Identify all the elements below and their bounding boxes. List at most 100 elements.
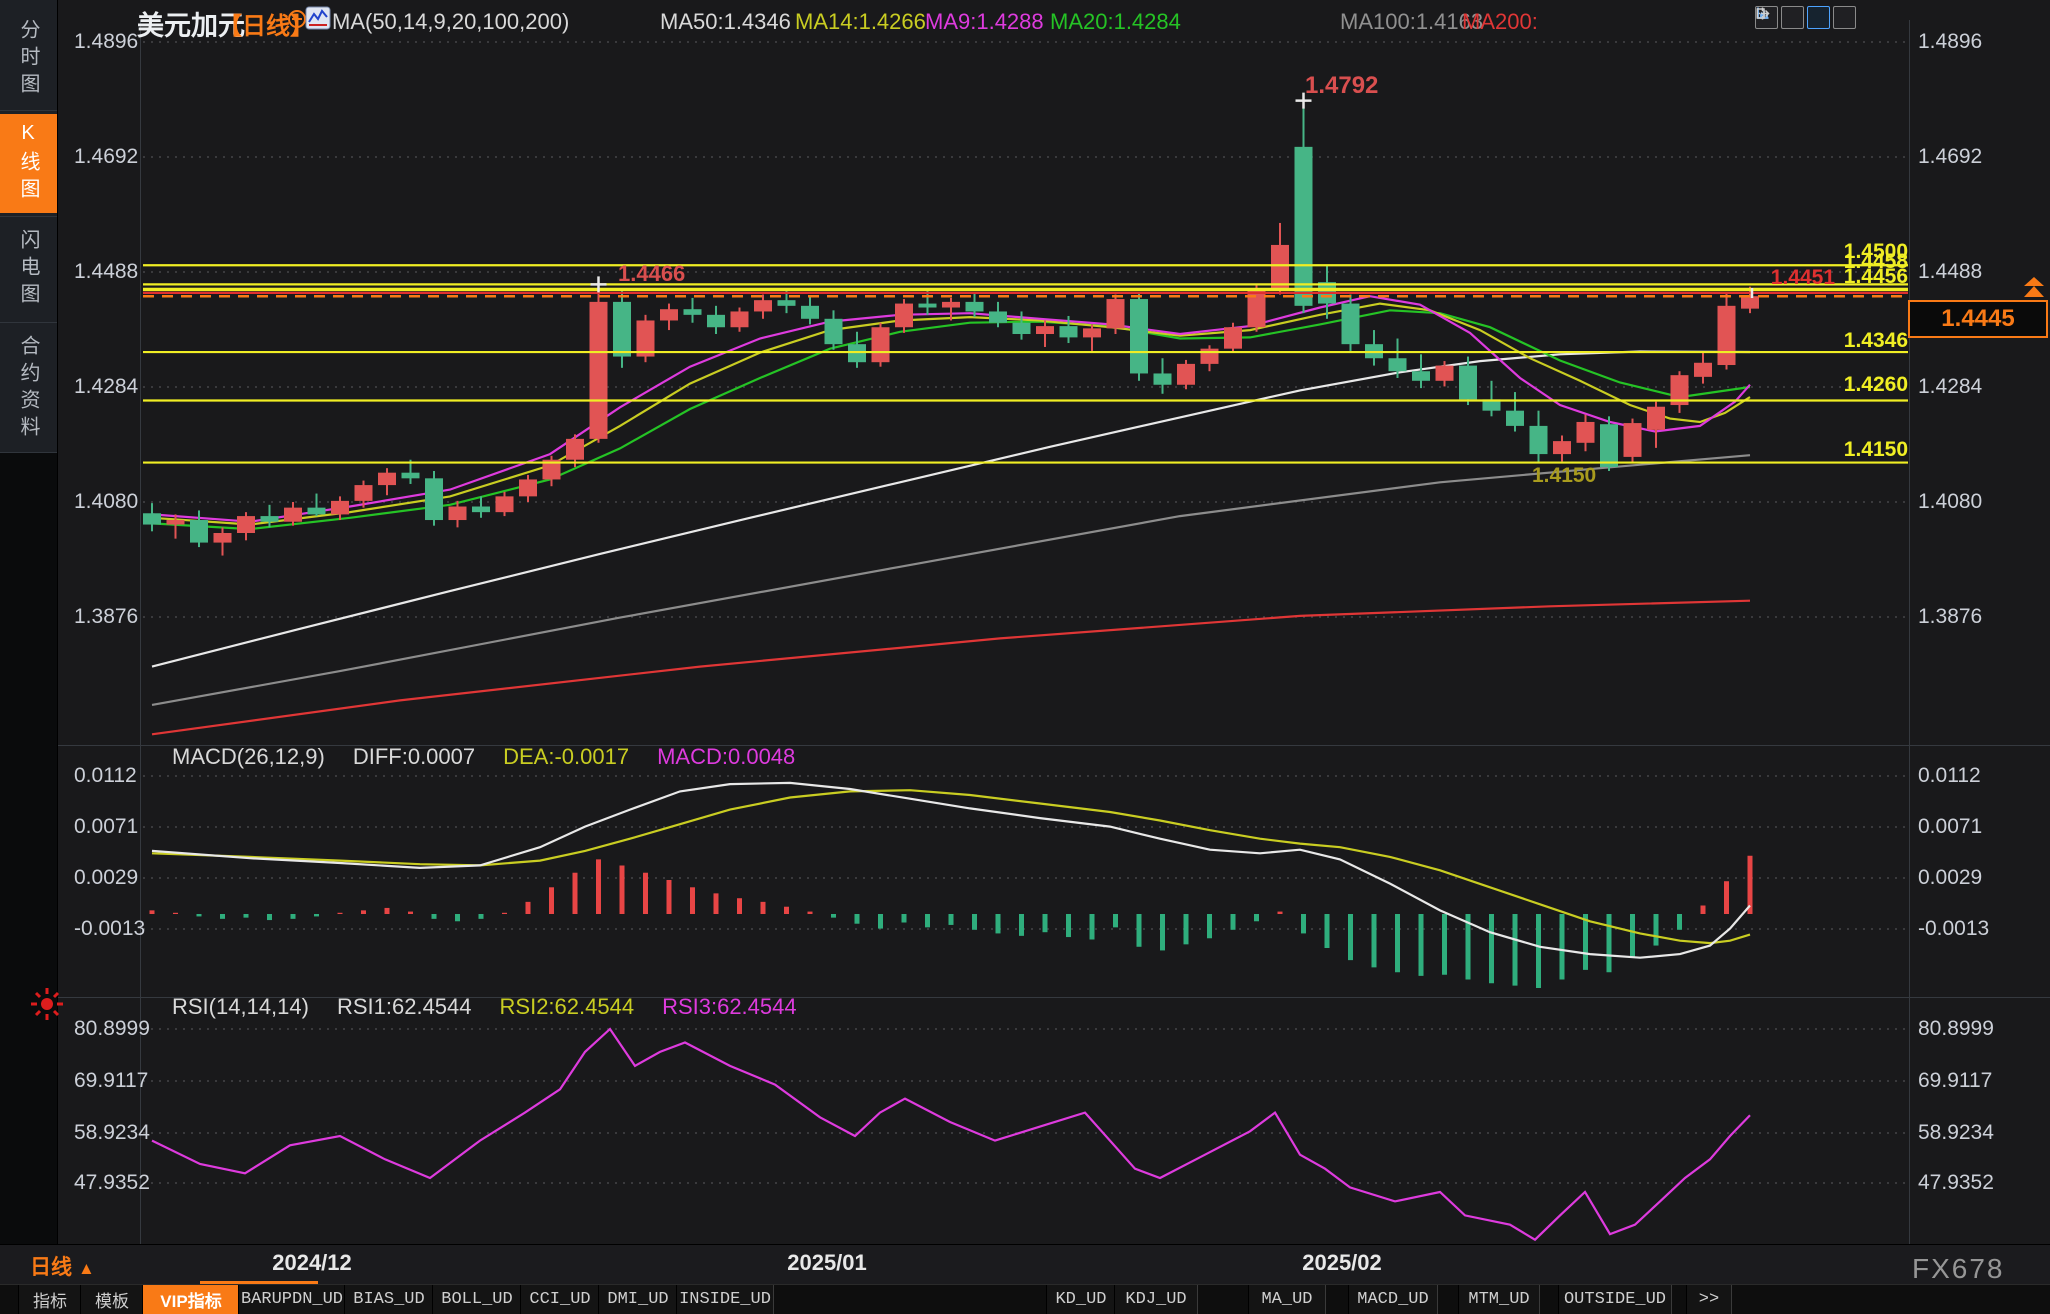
sidebar-item-3[interactable]: 闪电图	[0, 220, 57, 318]
price-axis-tick: 1.4080	[74, 490, 136, 514]
candle-67	[1694, 363, 1712, 377]
candle-11	[378, 473, 396, 485]
macd-value-1: DIFF:0.0007	[353, 744, 475, 770]
mini-chart-icon[interactable]	[305, 6, 331, 30]
indicator-tab-指标[interactable]: 指标	[18, 1285, 82, 1314]
candle-43	[1130, 299, 1148, 373]
indicator-tab-OUTSIDE_UD[interactable]: OUTSIDE_UD	[1558, 1285, 1672, 1314]
rsi-value-1: RSI1:62.4544	[337, 994, 472, 1020]
candle-59	[1506, 411, 1524, 426]
ma-value-6: MA200:	[1462, 9, 1538, 35]
macd-axis-tick: 0.0071	[1918, 815, 1982, 839]
price-axis-tick: 1.4284	[74, 375, 136, 399]
rsi-formula-label: RSI(14,14,14)	[172, 994, 309, 1020]
rsi-axis-tick: 47.9352	[1918, 1171, 1994, 1195]
level-label-1.4260: 1.4260	[1844, 373, 1908, 397]
candle-29	[801, 306, 819, 319]
indicator-tab-INSIDE_UD[interactable]: INSIDE_UD	[676, 1285, 774, 1314]
price-axis-tick: 1.4896	[1918, 30, 1982, 54]
hot-news-icon[interactable]	[29, 986, 65, 1022]
indicator-tab-CCI_UD[interactable]: CCI_UD	[520, 1285, 600, 1314]
watermark: FX678	[1912, 1253, 2005, 1285]
level-label-1.4346: 1.4346	[1844, 329, 1908, 353]
macd-axis-tick: 0.0029	[74, 866, 136, 890]
indicator-tab-MACD_UD[interactable]: MACD_UD	[1348, 1285, 1438, 1314]
date-label-2024/12: 2024/12	[272, 1250, 352, 1276]
candle-30	[825, 319, 843, 344]
rsi-value-2: RSI2:62.4544	[500, 994, 635, 1020]
price-arrow-up-icon	[2022, 277, 2046, 299]
candle-12	[402, 473, 420, 479]
indicator-tab-模板[interactable]: 模板	[80, 1285, 144, 1314]
axis-scale-icon[interactable]	[1781, 6, 1804, 29]
ma-value-3: MA9:1.4288	[925, 9, 1044, 35]
sidebar-lower-area	[0, 452, 57, 1244]
rsi-axis-tick: 47.9352	[74, 1171, 136, 1195]
candle-33	[895, 304, 913, 328]
rsi-axis-tick: 69.9117	[74, 1069, 136, 1093]
ma-formula-label: MA(50,14,9,20,100,200)	[332, 9, 569, 35]
indicator-tab-DMI_UD[interactable]: DMI_UD	[598, 1285, 678, 1314]
candle-34	[919, 304, 937, 308]
candle-31	[848, 344, 866, 362]
rsi-axis-tick: 80.8999	[74, 1017, 136, 1041]
december-high-annotation: 1.4466	[618, 261, 685, 287]
indicator-tab-KD_UD[interactable]: KD_UD	[1046, 1285, 1116, 1314]
candle-62	[1577, 422, 1595, 443]
add-compare-icon[interactable]	[287, 9, 307, 29]
indicator-tab-MTM_UD[interactable]: MTM_UD	[1458, 1285, 1540, 1314]
candle-36	[966, 302, 984, 312]
popout-panel-icon[interactable]	[1833, 6, 1856, 29]
candle-54	[1389, 358, 1407, 371]
indicator-tab-VIP指标[interactable]: VIP指标	[142, 1285, 240, 1314]
candle-38	[1013, 323, 1031, 334]
candle-24	[684, 309, 702, 315]
indicator-tab-KDJ_UD[interactable]: KDJ_UD	[1114, 1285, 1198, 1314]
indicator-tab-BOLL_UD[interactable]: BOLL_UD	[432, 1285, 522, 1314]
spike-high-annotation: 1.4792	[1305, 72, 1378, 100]
price-axis-tick: 1.4488	[74, 260, 136, 284]
candle-27	[754, 300, 772, 311]
candle-63	[1600, 424, 1618, 467]
ma-value-1: MA50:1.4346	[660, 9, 791, 35]
candle-68	[1718, 306, 1736, 365]
date-label-2025/02: 2025/02	[1302, 1250, 1382, 1276]
candle-16	[496, 496, 514, 512]
candle-3	[190, 520, 208, 543]
macd-axis-tick: 0.0112	[1918, 764, 1981, 788]
candle-41	[1083, 328, 1101, 337]
candle-2	[167, 520, 185, 525]
price-axis-tick: 1.4284	[1918, 375, 1982, 399]
macd-axis-tick: 0.0112	[74, 764, 136, 788]
candle-17	[519, 479, 537, 496]
candle-5	[237, 516, 255, 533]
indicator-tab-bar: 指标模板VIP指标BARUPDN_UDBIAS_UDBOLL_UDCCI_UDD…	[0, 1284, 2050, 1314]
candle-37	[989, 311, 1007, 322]
chart-canvas[interactable]	[0, 0, 2050, 1244]
more-tabs-button[interactable]: >>	[1686, 1285, 1732, 1314]
sidebar-divider	[0, 452, 57, 453]
candle-23	[660, 309, 678, 320]
level-label-1.4451: 1.4451	[1771, 266, 1835, 290]
period-selector[interactable]: 日线▲	[30, 1251, 95, 1281]
sidebar-divider	[0, 216, 57, 217]
macd-axis-tick: 0.0071	[74, 815, 136, 839]
candle-8	[308, 508, 326, 515]
sidebar-item-4[interactable]: 合约资料	[0, 326, 57, 452]
candle-32	[872, 327, 890, 362]
candle-15	[472, 507, 490, 513]
candle-47	[1224, 327, 1242, 348]
indicator-tab-BIAS_UD[interactable]: BIAS_UD	[344, 1285, 434, 1314]
sidebar-item-2[interactable]: K线图	[0, 114, 57, 213]
rsi-axis-tick: 58.9234	[74, 1121, 136, 1145]
level-label-1.4456: 1.4456	[1844, 265, 1908, 289]
left-sidebar: 分时图K线图闪电图合约资料	[0, 0, 58, 1244]
rsi-axis-tick: 69.9117	[1918, 1069, 1992, 1093]
indicator-tab-MA_UD[interactable]: MA_UD	[1248, 1285, 1326, 1314]
rsi-axis-tick: 58.9234	[1918, 1121, 1994, 1145]
axis-scale-active-icon[interactable]	[1807, 6, 1830, 29]
current-price-box: 1.4445	[1908, 300, 2048, 338]
candle-28	[778, 300, 796, 306]
sidebar-item-1[interactable]: 分时图	[0, 8, 57, 110]
indicator-tab-BARUPDN_UD[interactable]: BARUPDN_UD	[238, 1285, 346, 1314]
